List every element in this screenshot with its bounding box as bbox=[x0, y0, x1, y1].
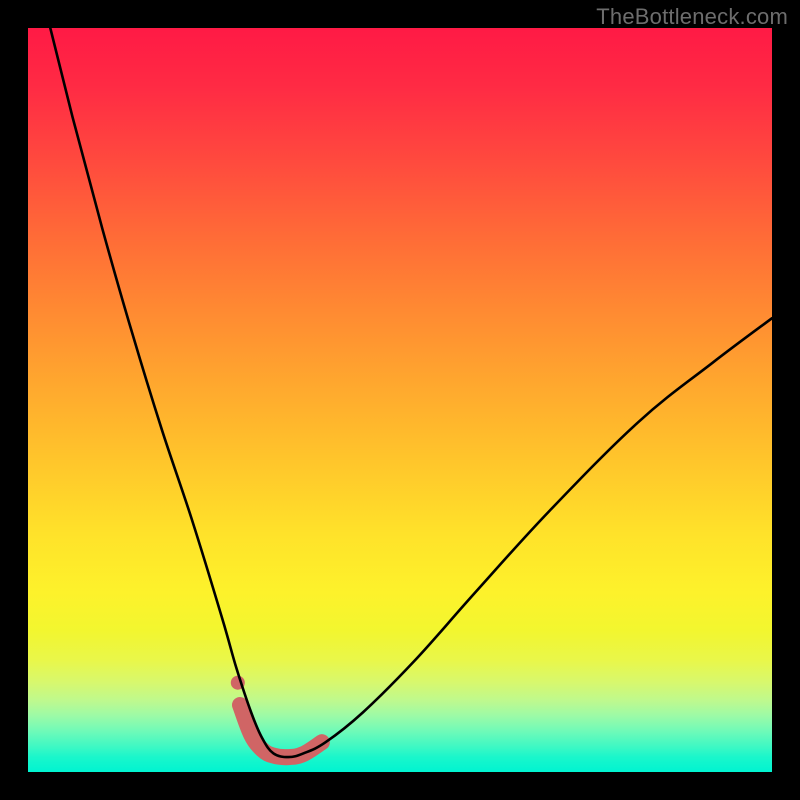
watermark-text: TheBottleneck.com bbox=[596, 4, 788, 30]
chart-frame: TheBottleneck.com bbox=[0, 0, 800, 800]
bottleneck-curve bbox=[50, 28, 772, 757]
curve-svg bbox=[28, 28, 772, 772]
plot-area bbox=[28, 28, 772, 772]
